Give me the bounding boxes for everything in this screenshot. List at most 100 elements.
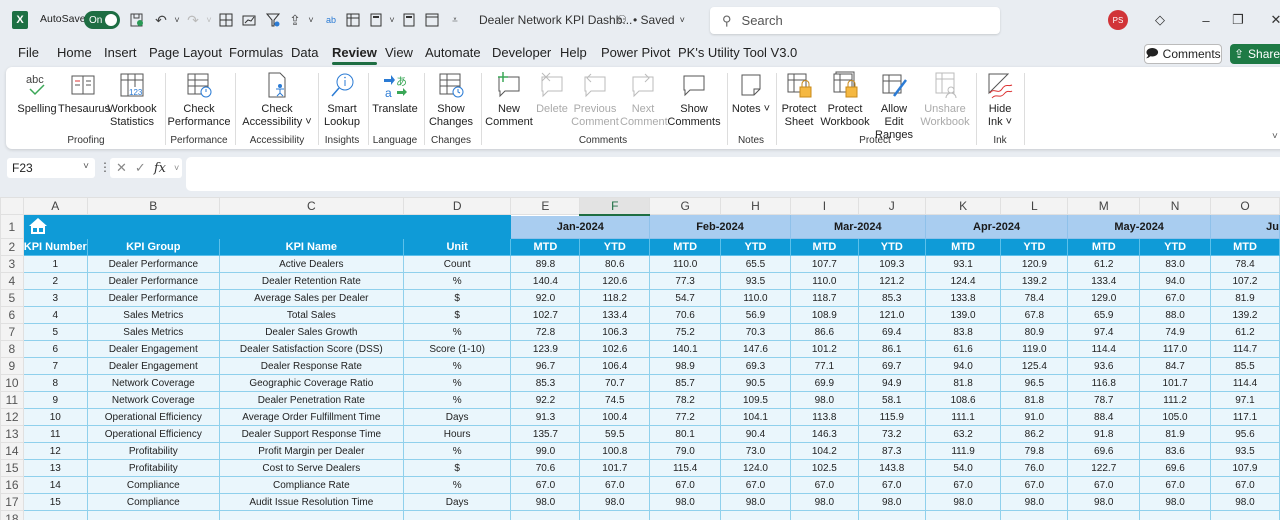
mtd-value-cell[interactable]: 115.4 [649, 459, 722, 477]
row-header[interactable]: 16 [0, 476, 24, 494]
header-mtd[interactable]: MTD [924, 238, 1002, 256]
header-mtd[interactable]: MTD [789, 238, 859, 256]
tab-review[interactable]: Review [332, 43, 377, 65]
mtd-value-cell[interactable]: 91.8 [1067, 425, 1141, 443]
insert-function-icon[interactable]: fx [154, 161, 166, 176]
kpi-name-cell[interactable]: Geographic Coverage Ratio [218, 374, 404, 392]
ytd-value-cell[interactable]: 98.0 [720, 493, 791, 511]
filter-icon[interactable] [264, 11, 282, 29]
mtd-value-cell[interactable]: 93.1 [924, 255, 1002, 273]
kpi-name-cell[interactable]: Audit Issue Resolution Time [218, 493, 404, 511]
unit-cell[interactable]: $ [402, 306, 512, 324]
kpi-name-cell[interactable]: Compliance Rate [218, 476, 404, 494]
spreadsheet-grid[interactable]: A B C D E F G H I J K L M N O 1 Jan-2024 Feb-2024 Mar-2024… [0, 197, 1280, 520]
mtd-value-cell[interactable]: 91.3 [510, 408, 581, 426]
column-header-b[interactable]: B [86, 197, 220, 215]
mtd-value-cell[interactable]: 102.5 [789, 459, 859, 477]
check-performance-button[interactable]: Check Performance [166, 71, 232, 129]
mtd-value-cell[interactable]: 107.7 [789, 255, 859, 273]
ytd-value-cell[interactable]: 94.0 [1139, 272, 1211, 290]
mtd-value-cell[interactable]: 61.2 [1209, 323, 1280, 341]
column-header-m[interactable]: M [1067, 197, 1141, 215]
close-icon[interactable]: ✕ [1266, 11, 1280, 29]
kpi-group-cell[interactable]: Dealer Performance [86, 255, 220, 273]
ytd-value-cell[interactable]: 119.0 [1000, 340, 1069, 358]
header-mtd[interactable]: MTD [1209, 238, 1280, 256]
mtd-value-cell[interactable]: 110.0 [789, 272, 859, 290]
ytd-value-cell[interactable]: 115.9 [857, 408, 926, 426]
ytd-value-cell[interactable]: 106.3 [579, 323, 651, 341]
ytd-value-cell[interactable]: 96.5 [1000, 374, 1069, 392]
mtd-value-cell[interactable]: 67.0 [924, 476, 1002, 494]
mtd-value-cell[interactable]: 104.2 [789, 442, 859, 460]
column-header-n[interactable]: N [1139, 197, 1211, 215]
kpi-number-cell[interactable]: 11 [22, 425, 88, 443]
share-qat-dropdown-icon[interactable]: ˅ [302, 11, 320, 29]
ytd-value-cell[interactable]: 111.2 [1139, 391, 1211, 409]
ytd-value-cell[interactable]: 109.3 [857, 255, 926, 273]
ytd-value-cell[interactable]: 121.0 [857, 306, 926, 324]
formula-input[interactable] [186, 157, 1280, 191]
kpi-number-cell[interactable]: 1 [22, 255, 88, 273]
ytd-value-cell[interactable]: 88.0 [1139, 306, 1211, 324]
tab-view[interactable]: View [385, 43, 413, 62]
mtd-value-cell[interactable]: 77.1 [789, 357, 859, 375]
show-changes-button[interactable]: Show Changes [426, 71, 476, 129]
ytd-value-cell[interactable]: 98.0 [1139, 493, 1211, 511]
thesaurus-button[interactable]: Thesaurus [58, 71, 110, 116]
restore-icon[interactable]: ❐ [1228, 11, 1248, 29]
previous-comment-button[interactable]: Previous Comment [570, 71, 620, 129]
column-header-a[interactable]: A [22, 197, 88, 215]
mtd-value-cell[interactable]: 81.8 [924, 374, 1002, 392]
unshare-workbook-button[interactable]: Unshare Workbook [918, 71, 972, 129]
tab-help[interactable]: Help [560, 43, 587, 62]
kpi-group-cell[interactable]: Operational Efficiency [86, 425, 220, 443]
mtd-value-cell[interactable]: 97.4 [1067, 323, 1141, 341]
ytd-value-cell[interactable]: 101.7 [579, 459, 651, 477]
row-header[interactable]: 18 [0, 510, 24, 520]
unit-cell[interactable]: $ [402, 289, 512, 307]
mtd-value-cell[interactable]: 92.0 [510, 289, 581, 307]
ytd-value-cell[interactable]: 73.0 [720, 442, 791, 460]
row-header[interactable]: 1 [0, 214, 24, 239]
mtd-value-cell[interactable]: 116.8 [1067, 374, 1141, 392]
ytd-value-cell[interactable]: 120.6 [579, 272, 651, 290]
row-header[interactable]: 12 [0, 408, 24, 426]
mtd-value-cell[interactable]: 70.6 [510, 459, 581, 477]
column-header-j[interactable]: J [857, 197, 926, 215]
kpi-name-cell[interactable]: Dealer Response Rate [218, 357, 404, 375]
workbook-statistics-button[interactable]: 123 Workbook Statistics [106, 71, 158, 129]
header-ytd[interactable]: YTD [720, 238, 791, 256]
mtd-value-cell[interactable]: 67.0 [649, 476, 722, 494]
collapse-ribbon-icon[interactable]: ˅ [1272, 131, 1278, 142]
kpi-name-cell[interactable]: Dealer Penetration Rate [218, 391, 404, 409]
ytd-value-cell[interactable]: 69.3 [720, 357, 791, 375]
header-ytd[interactable]: YTD [1139, 238, 1211, 256]
mtd-value-cell[interactable]: 79.0 [649, 442, 722, 460]
mtd-value-cell[interactable]: 80.1 [649, 425, 722, 443]
mtd-value-cell[interactable]: 97.1 [1209, 391, 1280, 409]
mtd-value-cell[interactable]: 77.2 [649, 408, 722, 426]
kpi-group-cell[interactable]: Sales Metrics [86, 306, 220, 324]
mtd-value-cell[interactable]: 54.0 [924, 459, 1002, 477]
ytd-value-cell[interactable]: 79.8 [1000, 442, 1069, 460]
cancel-icon[interactable]: ✕ [116, 160, 127, 176]
ytd-value-cell[interactable]: 86.2 [1000, 425, 1069, 443]
ytd-value-cell[interactable]: 98.0 [579, 493, 651, 511]
row-header[interactable]: 10 [0, 374, 24, 392]
row-header[interactable]: 5 [0, 289, 24, 307]
spelling-qat-icon[interactable]: ab [322, 11, 340, 29]
mtd-value-cell[interactable]: 96.7 [510, 357, 581, 375]
mtd-value-cell[interactable]: 98.0 [1209, 493, 1280, 511]
name-box[interactable]: F23 ˅ [7, 158, 95, 178]
unit-cell[interactable]: Days [402, 493, 512, 511]
tab-home[interactable]: Home [57, 43, 92, 62]
ytd-value-cell[interactable]: 84.7 [1139, 357, 1211, 375]
ytd-value-cell[interactable]: 70.3 [720, 323, 791, 341]
table-icon[interactable] [344, 11, 362, 29]
column-header-c[interactable]: C [218, 197, 404, 215]
unit-cell[interactable]: Count [402, 255, 512, 273]
unit-cell[interactable]: Score (1-10) [402, 340, 512, 358]
ytd-value-cell[interactable]: 56.9 [720, 306, 791, 324]
mtd-value-cell[interactable]: 98.0 [1067, 493, 1141, 511]
